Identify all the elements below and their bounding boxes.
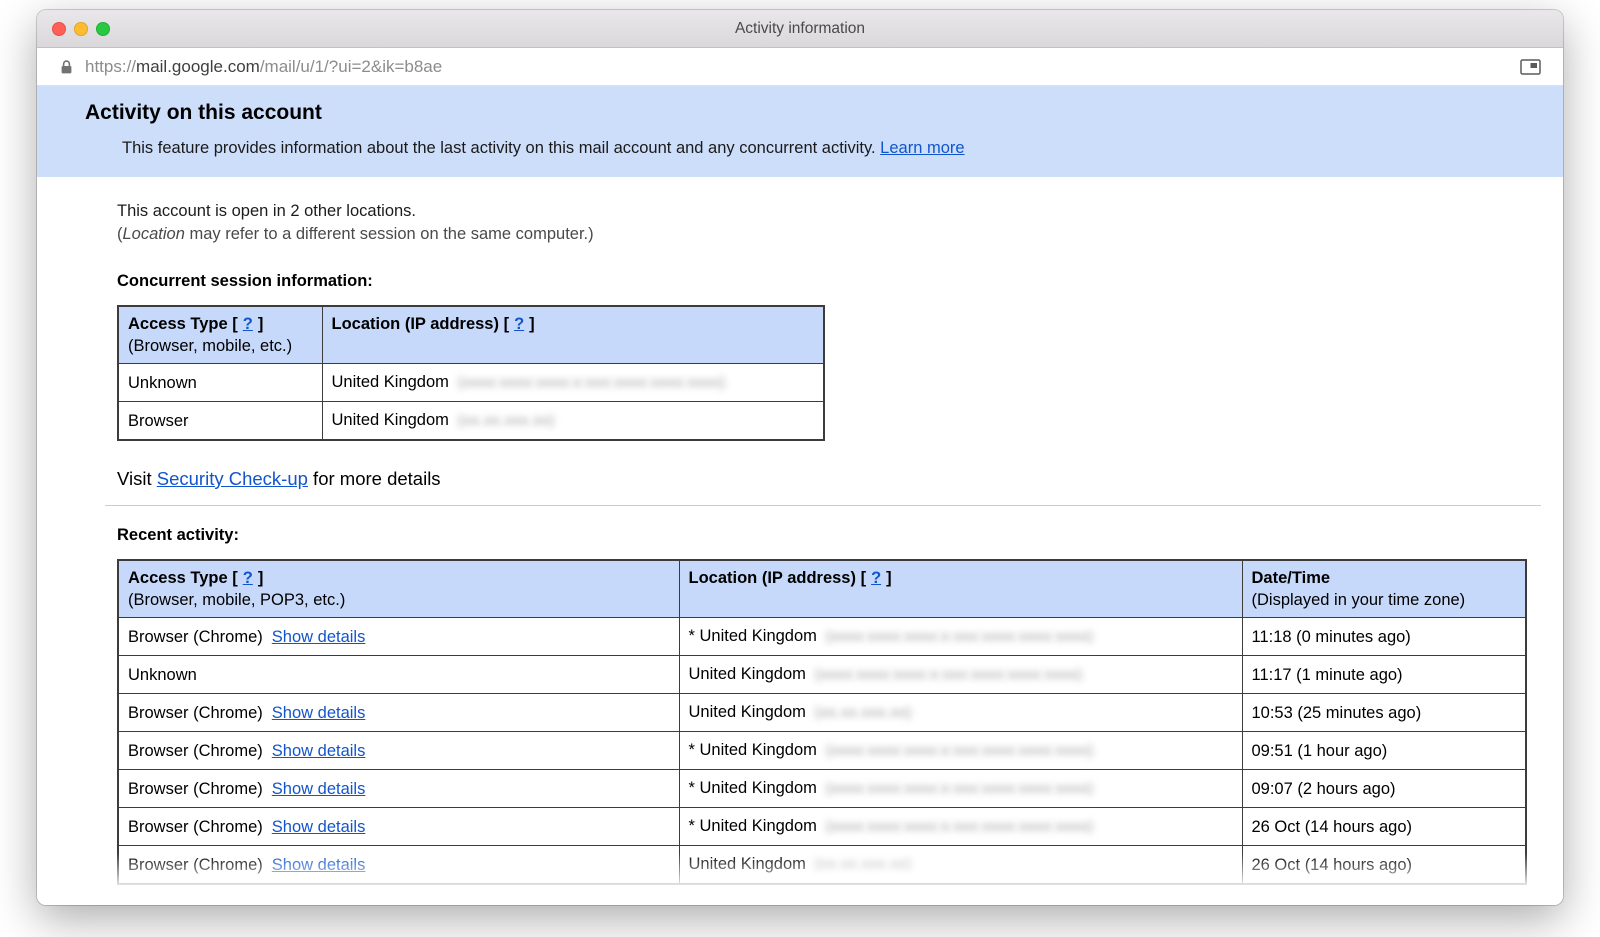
table-row: Unknown United Kingdom(xxxx:xxxx:xxxx:x:… <box>118 656 1526 694</box>
location-cell: United Kingdom(xxxx:xxxx:xxxx:x:xxx:xxxx… <box>322 364 824 402</box>
banner-description-text: This feature provides information about … <box>122 139 876 157</box>
table-header-row: Access Type [?] (Browser, mobile, etc.) … <box>118 306 824 364</box>
open-in-window-icon[interactable] <box>1520 59 1541 75</box>
security-checkup-link[interactable]: Security Check-up <box>157 468 308 489</box>
location-cell: * United Kingdom(xxxx:xxxx:xxxx:x:xxx:xx… <box>679 770 1242 808</box>
show-details-link[interactable]: Show details <box>272 780 366 798</box>
access-type-cell: Unknown <box>118 656 679 694</box>
table-row: Unknown United Kingdom(xxxx:xxxx:xxxx:x:… <box>118 364 824 402</box>
concurrent-session-table: Access Type [?] (Browser, mobile, etc.) … <box>117 305 825 441</box>
activity-banner: Activity on this account This feature pr… <box>37 86 1563 177</box>
address-bar[interactable]: https://mail.google.com/mail/u/1/?ui=2&i… <box>37 48 1563 86</box>
recent-activity-heading: Recent activity: <box>117 526 1525 545</box>
show-details-link[interactable]: Show details <box>272 818 366 836</box>
show-details-link[interactable]: Show details <box>272 742 366 760</box>
location-cell: * United Kingdom(xxxx:xxxx:xxxx:x:xxx:xx… <box>679 618 1242 656</box>
table-row: Browser (Chrome)Show details * United Ki… <box>118 808 1526 846</box>
browser-window: Activity information https://mail.google… <box>37 10 1563 905</box>
ip-redacted: (xx.xx.xxx.xx) <box>815 704 912 721</box>
show-details-link[interactable]: Show details <box>272 628 366 646</box>
ip-redacted: (xx.xx.xxx.xx) <box>815 856 912 873</box>
location-cell: United Kingdom(xxxx:xxxx:xxxx:x:xxx:xxxx… <box>679 656 1242 694</box>
datetime-cell: 11:17 (1 minute ago) <box>1242 656 1526 694</box>
close-button[interactable] <box>52 22 66 36</box>
url-text: https://mail.google.com/mail/u/1/?ui=2&i… <box>85 57 442 77</box>
access-type-help-link[interactable]: ? <box>243 315 253 333</box>
lock-icon <box>60 59 73 75</box>
url-domain: mail.google.com <box>136 57 260 76</box>
location-cell: * United Kingdom(xxxx:xxxx:xxxx:x:xxx:xx… <box>679 732 1242 770</box>
show-details-link[interactable]: Show details <box>272 704 366 722</box>
location-help-link[interactable]: ? <box>871 569 881 587</box>
learn-more-link[interactable]: Learn more <box>880 139 964 157</box>
access-type-column-header: Access Type [?] (Browser, mobile, etc.) <box>118 306 322 364</box>
access-type-column-header: Access Type [?] (Browser, mobile, POP3, … <box>118 560 679 618</box>
location-help-link[interactable]: ? <box>514 315 524 333</box>
banner-description: This feature provides information about … <box>122 139 1563 158</box>
datetime-cell: 26 Oct (14 hours ago) <box>1242 808 1526 846</box>
divider <box>105 505 1541 506</box>
access-type-cell: Browser (Chrome)Show details <box>118 808 679 846</box>
access-type-cell: Browser (Chrome)Show details <box>118 732 679 770</box>
ip-redacted: (xxxx:xxxx:xxxx:x:xxx:xxxx:xxxx:xxxx) <box>458 374 726 391</box>
security-checkup-line: Visit Security Check-up for more details <box>117 468 1525 490</box>
datetime-subtitle: (Displayed in your time zone) <box>1252 589 1517 611</box>
ip-redacted: (xxxx:xxxx:xxxx:x:xxx:xxxx:xxxx:xxxx) <box>815 666 1083 683</box>
ip-redacted: (xxxx:xxxx:xxxx:x:xxx:xxxx:xxxx:xxxx) <box>826 818 1094 835</box>
table-row: Browser (Chrome)Show details United King… <box>118 694 1526 732</box>
traffic-lights <box>37 22 110 36</box>
location-note-italic: Location <box>123 225 185 243</box>
location-cell: United Kingdom(xx.xx.xxx.xx) <box>322 402 824 441</box>
table-row: Browser (Chrome)Show details * United Ki… <box>118 770 1526 808</box>
datetime-cell: 10:53 (25 minutes ago) <box>1242 694 1526 732</box>
datetime-column-header: Date/Time (Displayed in your time zone) <box>1242 560 1526 618</box>
access-type-cell: Unknown <box>118 364 322 402</box>
datetime-cell: 26 Oct (14 hours ago) <box>1242 846 1526 885</box>
ip-redacted: (xxxx:xxxx:xxxx:x:xxx:xxxx:xxxx:xxxx) <box>826 628 1094 645</box>
location-cell: United Kingdom(xx.xx.xxx.xx) <box>679 694 1242 732</box>
recent-activity-table: Access Type [?] (Browser, mobile, POP3, … <box>117 559 1527 885</box>
table-row: Browser (Chrome)Show details * United Ki… <box>118 732 1526 770</box>
table-header-row: Access Type [?] (Browser, mobile, POP3, … <box>118 560 1526 618</box>
open-locations-text: This account is open in 2 other location… <box>117 200 1525 223</box>
access-type-subtitle: (Browser, mobile, etc.) <box>128 335 313 357</box>
location-cell: * United Kingdom(xxxx:xxxx:xxxx:x:xxx:xx… <box>679 808 1242 846</box>
table-row: Browser (Chrome)Show details United King… <box>118 846 1526 885</box>
show-details-link[interactable]: Show details <box>272 856 366 874</box>
url-path: /mail/u/1/?ui=2&ik=b8ae <box>260 57 442 76</box>
access-type-help-link[interactable]: ? <box>243 569 253 587</box>
access-type-cell: Browser (Chrome)Show details <box>118 694 679 732</box>
ip-redacted: (xxxx:xxxx:xxxx:x:xxx:xxxx:xxxx:xxxx) <box>826 742 1094 759</box>
location-cell: United Kingdom(xx.xx.xxx.xx) <box>679 846 1242 885</box>
location-column-header: Location (IP address) [?] <box>322 306 824 364</box>
ip-redacted: (xx.xx.xxx.xx) <box>458 412 555 429</box>
access-type-cell: Browser (Chrome)Show details <box>118 846 679 885</box>
datetime-cell: 09:07 (2 hours ago) <box>1242 770 1526 808</box>
location-note: (Location may refer to a different sessi… <box>117 223 1525 246</box>
window-titlebar: Activity information <box>37 10 1563 48</box>
access-type-cell: Browser <box>118 402 322 441</box>
concurrent-session-heading: Concurrent session information: <box>117 272 1525 291</box>
minimize-button[interactable] <box>74 22 88 36</box>
access-type-cell: Browser (Chrome)Show details <box>118 770 679 808</box>
zoom-button[interactable] <box>96 22 110 36</box>
window-title: Activity information <box>37 20 1563 38</box>
location-column-header: Location (IP address) [?] <box>679 560 1242 618</box>
page-title: Activity on this account <box>85 101 1563 125</box>
table-row: Browser (Chrome)Show details * United Ki… <box>118 618 1526 656</box>
access-type-subtitle: (Browser, mobile, POP3, etc.) <box>128 589 670 611</box>
access-type-cell: Browser (Chrome)Show details <box>118 618 679 656</box>
url-scheme: https:// <box>85 57 136 76</box>
ip-redacted: (xxxx:xxxx:xxxx:x:xxx:xxxx:xxxx:xxxx) <box>826 780 1094 797</box>
datetime-cell: 09:51 (1 hour ago) <box>1242 732 1526 770</box>
table-row: Browser United Kingdom(xx.xx.xxx.xx) <box>118 402 824 441</box>
datetime-cell: 11:18 (0 minutes ago) <box>1242 618 1526 656</box>
main-content: This account is open in 2 other location… <box>37 200 1563 885</box>
